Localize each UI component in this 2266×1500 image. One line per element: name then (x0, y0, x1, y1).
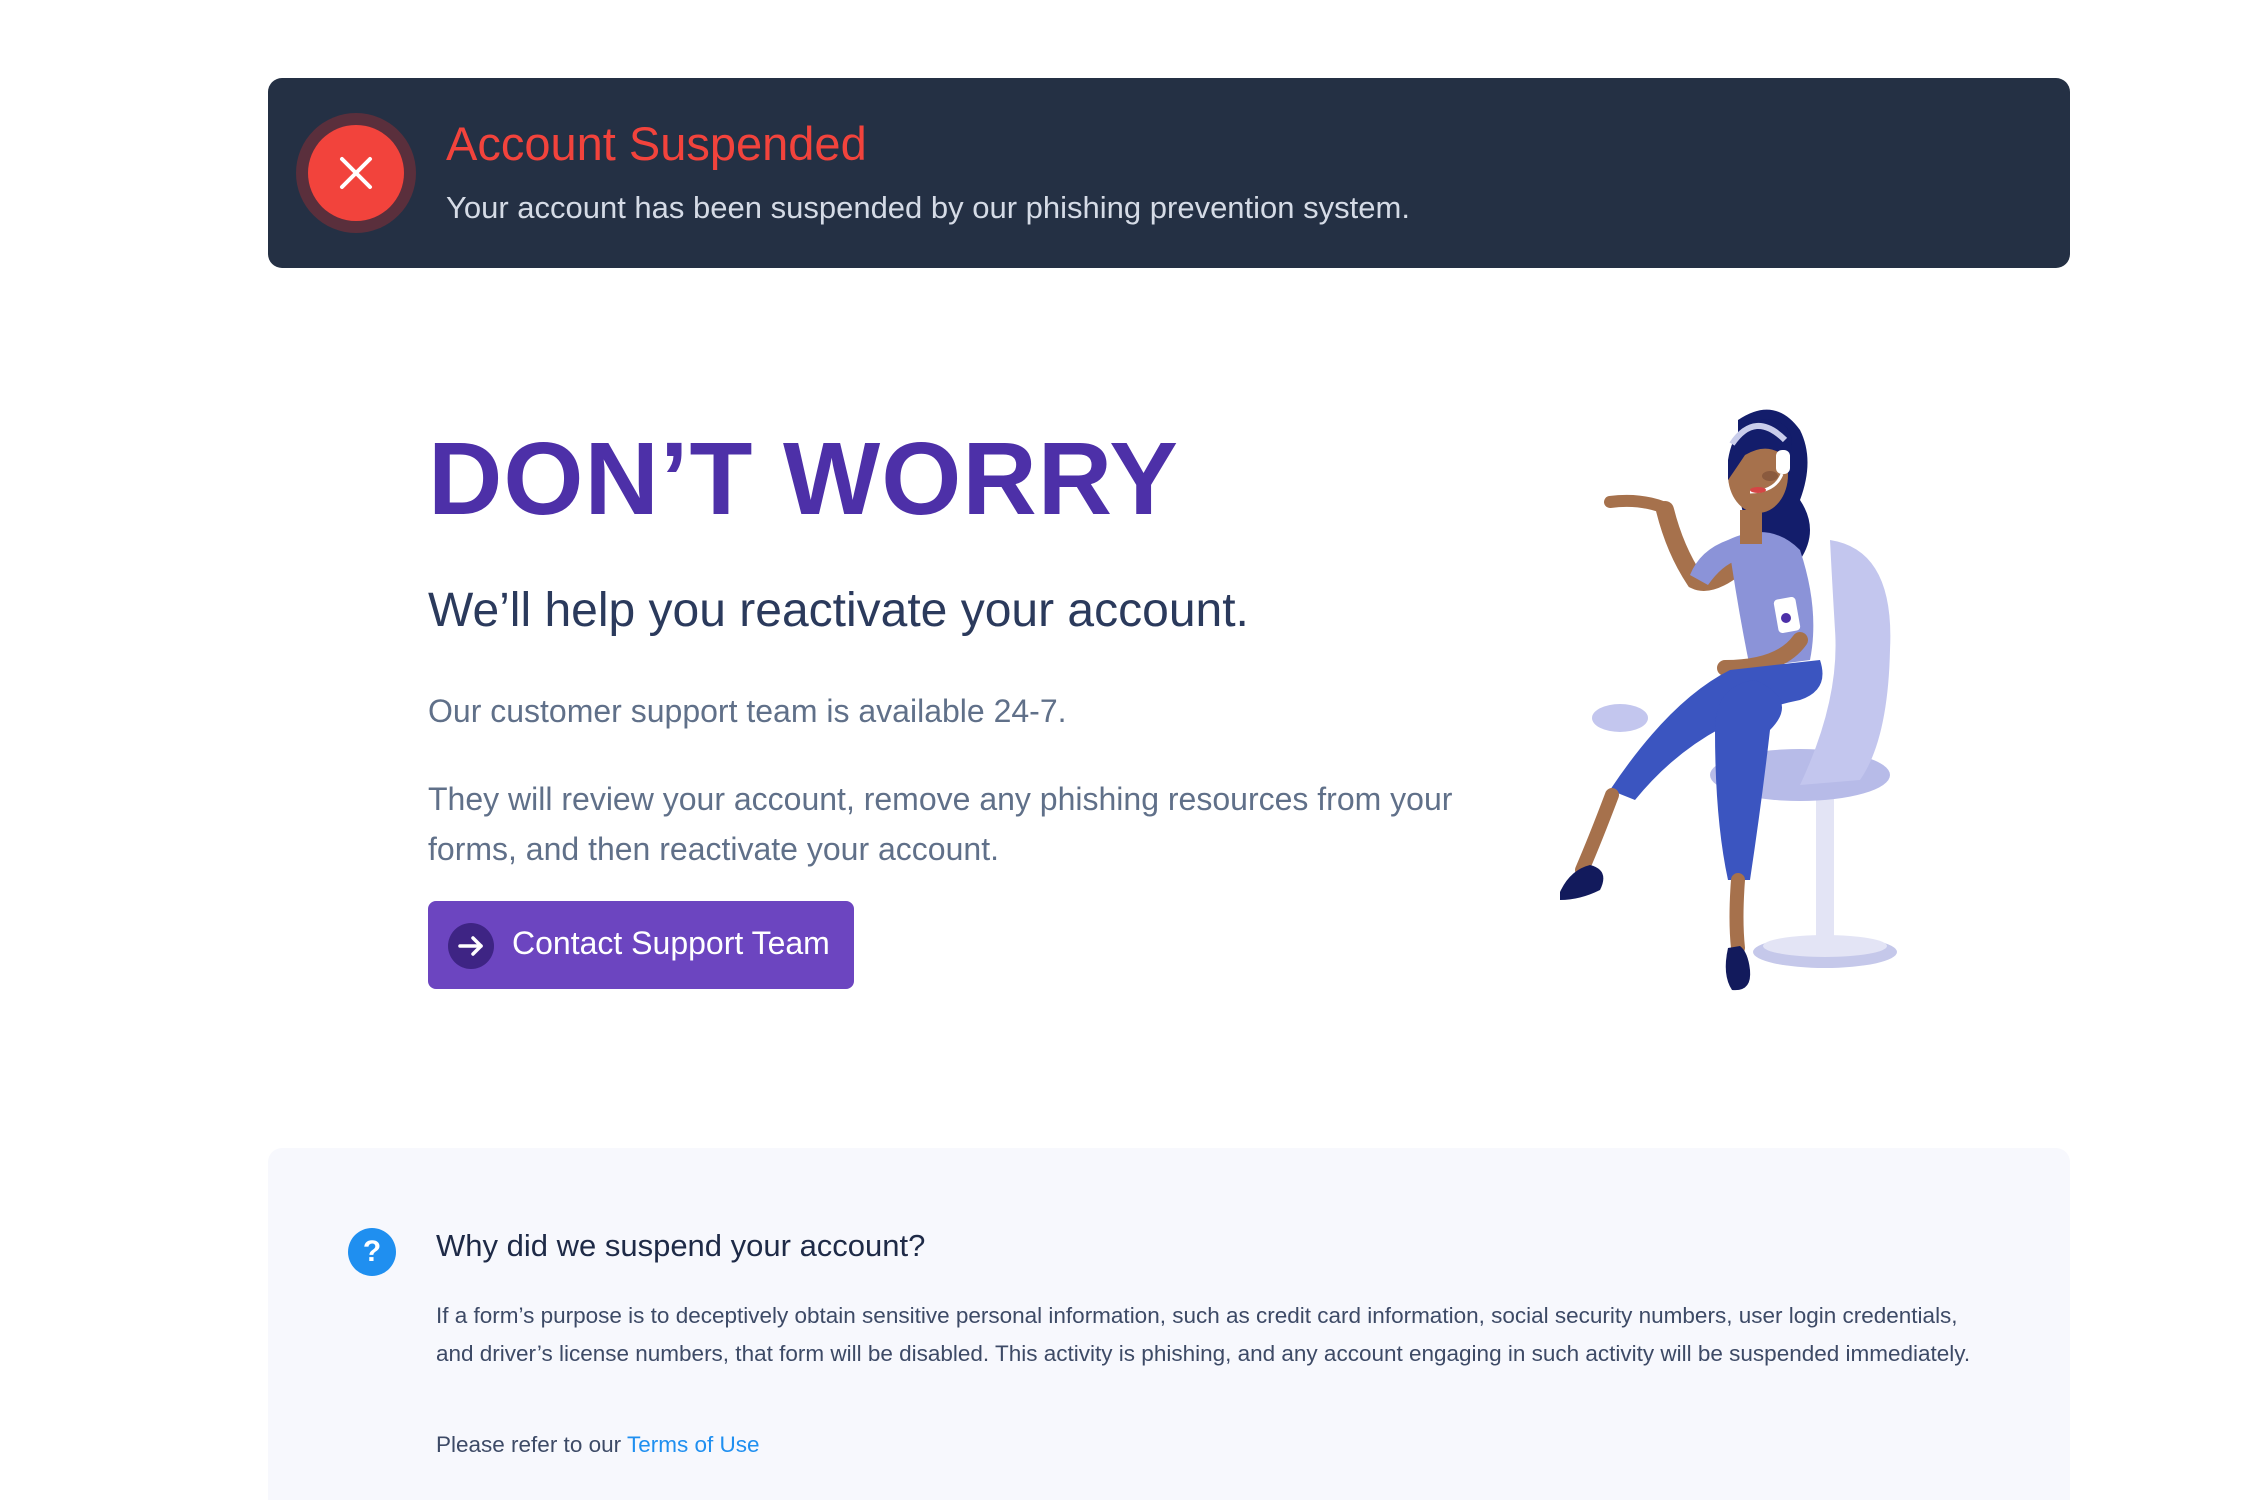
terms-reference: Please refer to our Terms of Use (436, 1432, 759, 1458)
support-review-text: They will review your account, remove an… (428, 781, 1453, 867)
faq-title: Why did we suspend your account? (436, 1228, 926, 1263)
error-icon-ring (296, 113, 416, 233)
alert-title: Account Suspended (446, 117, 867, 170)
terms-of-use-link[interactable]: Terms of Use (627, 1432, 760, 1457)
hero-title: DON’T WORRY (428, 421, 1180, 536)
support-availability-text: Our customer support team is available 2… (428, 693, 1067, 729)
alert-message: Your account has been suspended by our p… (446, 190, 1410, 225)
faq-body: If a form’s purpose is to deceptively ob… (436, 1303, 1971, 1366)
contact-support-label: Contact Support Team (512, 925, 830, 961)
terms-reference-prefix: Please refer to our (436, 1432, 627, 1457)
hero-subtitle: We’ll help you reactivate your account. (428, 584, 1249, 637)
suspension-reason-panel: ? Why did we suspend your account? If a … (268, 1148, 2070, 1500)
arrow-right-icon (448, 923, 494, 969)
question-mark-icon: ? (348, 1228, 396, 1276)
account-suspended-alert: Account Suspended Your account has been … (268, 78, 2070, 268)
close-icon (308, 125, 404, 221)
contact-support-button[interactable]: Contact Support Team (428, 901, 854, 989)
support-agent-illustration (1500, 400, 1940, 1020)
